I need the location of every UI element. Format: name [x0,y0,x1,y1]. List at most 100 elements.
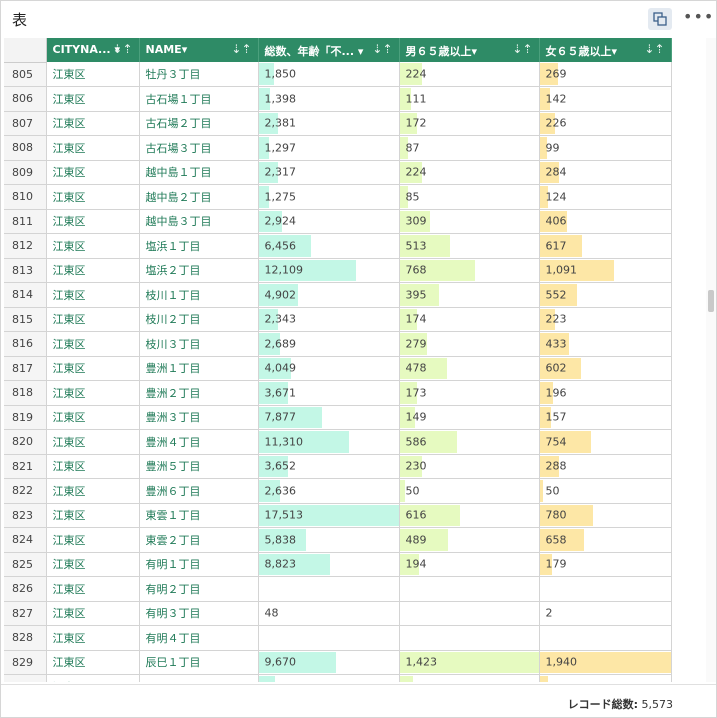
male-65-cell[interactable]: 513 [399,233,540,259]
table-row[interactable]: 814 江東区 枝川１丁目 4,902 395 552 [4,282,672,308]
total-cell[interactable]: 1,945 [258,674,400,682]
male-65-cell[interactable]: 230 [399,454,540,479]
male-65-cell[interactable]: 586 [399,429,540,455]
cityname-cell[interactable]: 江東区 [46,233,140,259]
total-cell[interactable]: 2,317 [258,160,400,185]
male-65-cell[interactable]: 111 [399,86,540,112]
data-grid[interactable]: CITYNA... ▾ ⇣⇡ NAME▾ ⇣⇡ 総数、年齢「不... ▾ ⇣⇡ … [4,38,706,682]
male-65-cell[interactable]: 768 [399,258,540,283]
sort-icon[interactable]: ⇣⇡ [231,42,251,56]
male-65-cell[interactable]: 309 [399,209,540,234]
male-65-cell[interactable]: 489 [399,527,540,553]
row-number-cell[interactable]: 806 [4,86,47,112]
female-65-cell[interactable]: 223 [539,307,672,332]
table-row[interactable]: 808 江東区 古石場３丁目 1,297 87 99 [4,135,672,161]
name-cell[interactable]: 豊洲６丁目 [139,478,259,504]
row-number-cell[interactable]: 822 [4,478,47,504]
name-cell[interactable]: 辰巳１丁目 [139,650,259,675]
cityname-cell[interactable]: 江東区 [46,625,140,651]
table-row[interactable]: 805 江東区 牡丹３丁目 1,850 224 269 [4,62,672,87]
row-number-cell[interactable]: 829 [4,650,47,675]
female-65-cell[interactable] [539,625,672,651]
male-65-cell[interactable] [399,625,540,651]
table-row[interactable]: 820 江東区 豊洲４丁目 11,310 586 754 [4,429,672,455]
table-row[interactable]: 809 江東区 越中島１丁目 2,317 224 284 [4,160,672,185]
total-cell[interactable] [258,625,400,651]
cityname-cell[interactable]: 江東区 [46,601,140,626]
row-number-cell[interactable]: 815 [4,307,47,332]
table-row[interactable]: 830江東区辰巳２丁目 1,945 130 125 [4,674,672,682]
name-cell[interactable]: 塩浜２丁目 [139,258,259,283]
column-header-name[interactable]: NAME▾ ⇣⇡ [139,38,259,62]
total-cell[interactable]: 2,924 [258,209,400,234]
table-row[interactable]: 824 江東区 東雲２丁目 5,838 489 658 [4,527,672,553]
table-row[interactable]: 826 江東区 有明２丁目 [4,576,672,602]
total-cell[interactable]: 3,652 [258,454,400,479]
cityname-cell[interactable]: 江東区 [46,478,140,504]
cityname-cell[interactable]: 江東区 [46,380,140,406]
table-row[interactable]: 811 江東区 越中島３丁目 2,924 309 406 [4,209,672,234]
table-row[interactable]: 817 江東区 豊洲１丁目 4,049 478 602 [4,356,672,381]
male-65-cell[interactable]: 87 [399,135,540,161]
cityname-cell[interactable]: 江東区 [46,62,140,87]
cityname-cell[interactable]: 江東区 [46,650,140,675]
table-row[interactable]: 807 江東区 古石場２丁目 2,381 172 226 [4,111,672,136]
female-65-cell[interactable]: 99 [539,135,672,161]
name-cell[interactable]: 牡丹３丁目 [139,62,259,87]
female-65-cell[interactable]: 602 [539,356,672,381]
cityname-cell[interactable]: 江東区 [46,184,140,210]
name-cell[interactable]: 枝川１丁目 [139,282,259,308]
vertical-scrollbar[interactable] [706,38,716,682]
total-cell[interactable]: 17,513 [258,503,400,528]
cityname-cell[interactable]: 江東区 [46,356,140,381]
total-cell[interactable]: 2,381 [258,111,400,136]
name-cell[interactable]: 豊洲４丁目 [139,429,259,455]
name-cell[interactable]: 有明２丁目 [139,576,259,602]
name-cell[interactable]: 古石場３丁目 [139,135,259,161]
row-number-cell[interactable]: 814 [4,282,47,308]
name-cell[interactable]: 塩浜１丁目 [139,233,259,259]
cityname-cell[interactable]: 江東区 [46,209,140,234]
table-row[interactable]: 815 江東区 枝川２丁目 2,343 174 223 [4,307,672,332]
row-number-cell[interactable]: 807 [4,111,47,136]
column-header-male-65[interactable]: 男６５歳以上▾ ⇣⇡ [399,38,540,62]
female-65-cell[interactable]: 142 [539,86,672,112]
sort-icon[interactable]: ⇣⇡ [644,42,664,56]
name-cell[interactable]: 古石場１丁目 [139,86,259,112]
total-cell[interactable]: 6,456 [258,233,400,259]
male-65-cell[interactable]: 616 [399,503,540,528]
total-cell[interactable]: 1,275 [258,184,400,210]
female-65-cell[interactable]: 288 [539,454,672,479]
total-cell[interactable]: 12,109 [258,258,400,283]
cityname-cell[interactable]: 江東区 [46,135,140,161]
name-cell[interactable]: 東雲２丁目 [139,527,259,553]
name-cell[interactable]: 豊洲２丁目 [139,380,259,406]
table-row[interactable]: 816 江東区 枝川３丁目 2,689 279 433 [4,331,672,357]
row-number-cell[interactable]: 820 [4,429,47,455]
male-65-cell[interactable]: 478 [399,356,540,381]
row-number-cell[interactable]: 816 [4,331,47,357]
female-65-cell[interactable]: 658 [539,527,672,553]
row-number-cell[interactable]: 828 [4,625,47,651]
total-cell[interactable]: 1,850 [258,62,400,87]
table-row[interactable]: 823 江東区 東雲１丁目 17,513 616 780 [4,503,672,528]
name-cell[interactable]: 有明４丁目 [139,625,259,651]
total-cell[interactable]: 1,398 [258,86,400,112]
row-number-cell[interactable]: 823 [4,503,47,528]
name-cell[interactable]: 越中島２丁目 [139,184,259,210]
male-65-cell[interactable]: 172 [399,111,540,136]
cityname-cell[interactable]: 江東区 [46,86,140,112]
table-row[interactable]: 825 江東区 有明１丁目 8,823 194 179 [4,552,672,577]
cityname-cell[interactable]: 江東区 [46,674,140,682]
row-number-cell[interactable]: 808 [4,135,47,161]
total-cell[interactable] [258,576,400,602]
table-row[interactable]: 812 江東区 塩浜１丁目 6,456 513 617 [4,233,672,259]
total-cell[interactable]: 2,689 [258,331,400,357]
dropdown-caret-icon[interactable]: ▾ [472,45,478,58]
male-65-cell[interactable]: 194 [399,552,540,577]
female-65-cell[interactable]: 406 [539,209,672,234]
female-65-cell[interactable]: 1,940 [539,650,672,675]
table-row[interactable]: 810 江東区 越中島２丁目 1,275 85 124 [4,184,672,210]
female-65-cell[interactable]: 617 [539,233,672,259]
female-65-cell[interactable]: 50 [539,478,672,504]
